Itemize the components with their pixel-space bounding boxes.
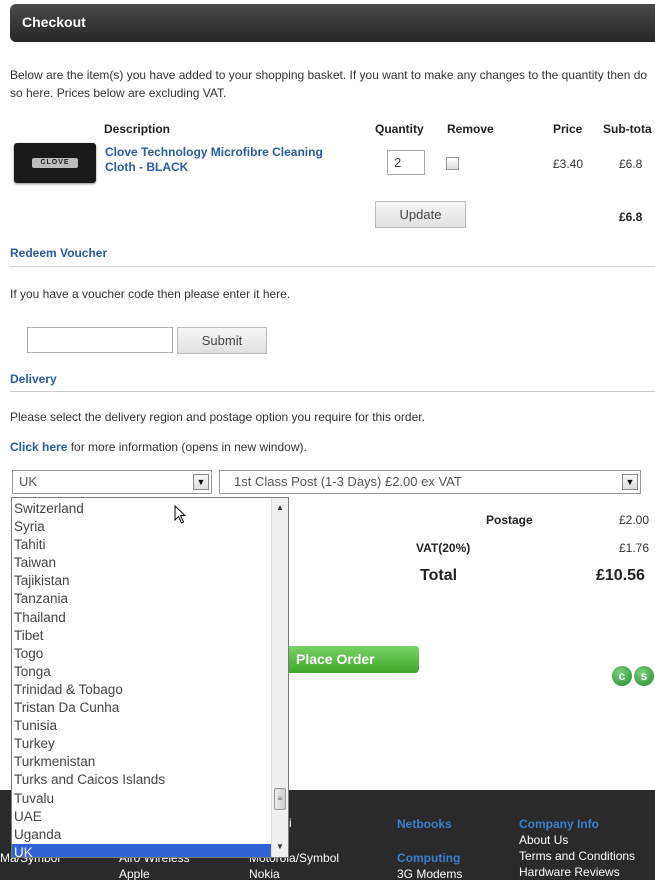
payment-option-icon[interactable]: c xyxy=(612,666,632,686)
region-option[interactable]: Switzerland xyxy=(12,500,271,518)
region-option[interactable]: Tristan Da Cunha xyxy=(12,699,271,717)
item-price: £3.40 xyxy=(553,157,584,171)
scrollbar-thumb[interactable]: ≡ xyxy=(274,788,286,810)
delivery-divider xyxy=(10,391,655,392)
place-order-button[interactable]: Place Order xyxy=(286,646,419,673)
footer-link[interactable]: Nokia xyxy=(249,866,339,880)
region-option[interactable]: Tuvalu xyxy=(12,790,271,808)
chevron-down-icon[interactable]: ▼ xyxy=(193,474,209,490)
delivery-region-value: UK xyxy=(19,474,38,489)
region-option[interactable]: Syria xyxy=(12,518,271,536)
basket-intro-text: Below are the item(s) you have added to … xyxy=(10,68,648,100)
region-option[interactable]: Trinidad & Tobago xyxy=(12,681,271,699)
footer-fragment: i xyxy=(289,816,292,830)
footer-heading[interactable]: Netbooks xyxy=(397,816,462,832)
region-option[interactable]: Turkmenistan xyxy=(12,753,271,771)
mouse-cursor-icon xyxy=(174,505,187,524)
region-option[interactable]: Turkey xyxy=(12,735,271,753)
voucher-submit-button[interactable]: Submit xyxy=(177,327,267,354)
payment-option-icon[interactable]: s xyxy=(634,666,654,686)
footer-link[interactable]: Hardware Reviews xyxy=(519,864,635,880)
vat-value: £1.76 xyxy=(619,541,650,555)
scroll-down-icon[interactable]: ▼ xyxy=(272,839,288,855)
voucher-code-input[interactable] xyxy=(27,327,173,353)
product-name-link[interactable]: Clove Technology Microfibre Cleaning Clo… xyxy=(105,145,355,175)
delivery-instructions: Please select the delivery region and po… xyxy=(10,410,425,424)
footer-link[interactable]: Terms and Conditions xyxy=(519,848,635,864)
update-button[interactable]: Update xyxy=(375,201,466,228)
column-header-description: Description xyxy=(104,122,171,136)
voucher-instructions: If you have a voucher code then please e… xyxy=(10,287,291,301)
quantity-input[interactable]: 2 xyxy=(387,150,425,175)
voucher-divider xyxy=(10,266,655,267)
region-option[interactable]: Turks and Caicos Islands xyxy=(12,771,271,789)
region-option[interactable]: Tajikistan xyxy=(12,572,271,590)
checkout-header-bar: Checkout xyxy=(10,4,655,42)
dropdown-scrollbar[interactable]: ▲ ≡ ▼ xyxy=(271,498,288,857)
delivery-region-select[interactable]: UK ▼ xyxy=(12,470,212,494)
delivery-info-rest: for more information (opens in new windo… xyxy=(67,440,307,454)
region-option[interactable]: Thailand xyxy=(12,609,271,627)
page-title: Checkout xyxy=(22,14,86,30)
region-option[interactable]: Tahiti xyxy=(12,536,271,554)
product-image[interactable]: CLOVE xyxy=(14,143,96,183)
column-header-subtotal: Sub-tota xyxy=(603,122,652,136)
footer-column-5: Company Info About Us Terms and Conditio… xyxy=(519,816,635,880)
region-option[interactable]: Tibet xyxy=(12,627,271,645)
total-value: £10.56 xyxy=(596,567,645,584)
region-option[interactable]: UAE xyxy=(12,808,271,826)
column-header-price: Price xyxy=(553,122,583,136)
column-header-remove: Remove xyxy=(447,122,494,136)
basket-total: £6.8 xyxy=(619,210,643,224)
delivery-info-text: Click here for more information (opens i… xyxy=(10,440,307,454)
region-option[interactable]: UK xyxy=(12,843,271,857)
footer-link[interactable]: Apple xyxy=(119,866,190,880)
postage-value: £2.00 xyxy=(619,513,650,527)
footer-column-4: Netbooks Computing 3G Modems xyxy=(397,816,462,880)
postage-option-value: 1st Class Post (1-3 Days) £2.00 ex VAT xyxy=(234,474,462,489)
remove-checkbox[interactable] xyxy=(446,157,459,170)
delivery-section-title: Delivery xyxy=(10,372,57,386)
region-options: Switzerland Syria Tahiti Taiwan Tajikistan Ta… xyxy=(12,500,271,857)
region-option[interactable]: Taiwan xyxy=(12,554,271,572)
delivery-info-link[interactable]: Click here xyxy=(10,440,67,454)
footer-heading[interactable]: Computing xyxy=(397,850,462,866)
footer-heading[interactable]: Company Info xyxy=(519,816,635,832)
footer-link[interactable]: About Us xyxy=(519,832,635,848)
total-label: Total xyxy=(420,567,458,584)
item-subtotal: £6.8 xyxy=(619,157,643,171)
region-option[interactable]: Togo xyxy=(12,645,271,663)
region-option[interactable]: Tanzania xyxy=(12,590,271,608)
footer-link[interactable]: 3G Modems xyxy=(397,866,462,880)
column-header-quantity: Quantity xyxy=(375,122,424,136)
region-option[interactable]: Tunisia xyxy=(12,717,271,735)
region-dropdown-list[interactable]: Switzerland Syria Tahiti Taiwan Tajikistan Ta… xyxy=(11,497,289,858)
product-logo: CLOVE xyxy=(32,158,78,168)
vat-label: VAT(20%) xyxy=(416,541,471,555)
postage-option-select[interactable]: 1st Class Post (1-3 Days) £2.00 ex VAT ▼ xyxy=(219,470,641,494)
postage-label: Postage xyxy=(486,513,533,527)
scroll-up-icon[interactable]: ▲ xyxy=(272,500,288,516)
region-option[interactable]: Uganda xyxy=(12,826,271,844)
region-option[interactable]: Tonga xyxy=(12,663,271,681)
chevron-down-icon[interactable]: ▼ xyxy=(622,474,638,490)
voucher-section-title: Redeem Voucher xyxy=(10,246,108,260)
